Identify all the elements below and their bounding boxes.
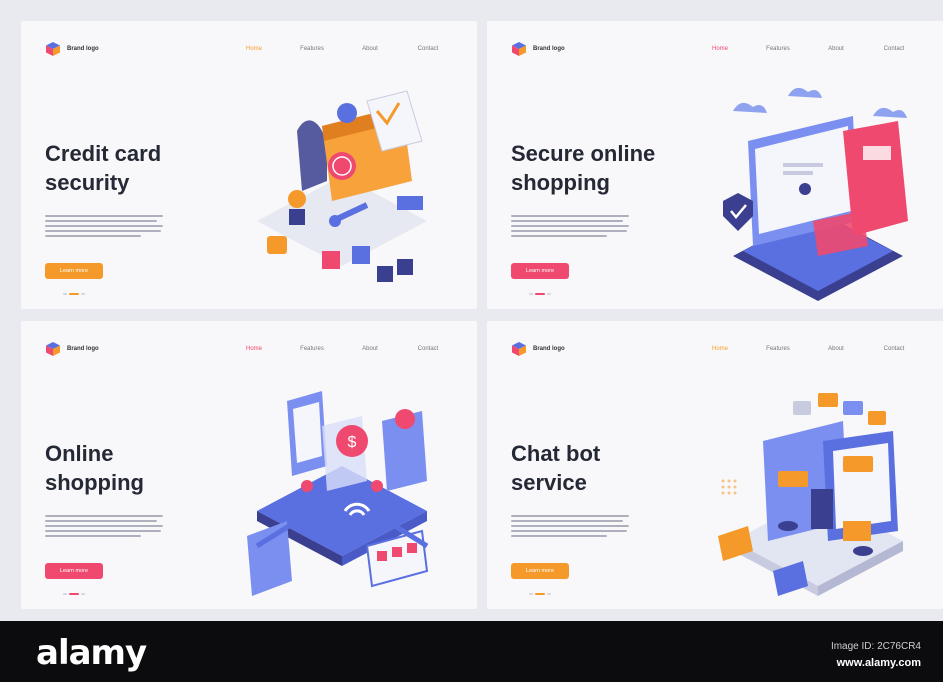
headline-line-2: service: [511, 470, 587, 495]
nav-contact[interactable]: Contact: [399, 46, 457, 52]
nav-features[interactable]: Features: [749, 346, 807, 352]
headline: Chat bot service: [511, 439, 701, 497]
nav-features[interactable]: Features: [749, 46, 807, 52]
nav-about[interactable]: About: [807, 346, 865, 352]
nav-contact[interactable]: Contact: [865, 46, 923, 52]
nav-home[interactable]: Home: [225, 346, 283, 352]
nav-about[interactable]: About: [341, 46, 399, 52]
online-shopping-illustration: $: [247, 391, 429, 596]
pagination-dots[interactable]: [63, 593, 85, 595]
headline-line-2: security: [45, 170, 130, 195]
brand-name: Brand logo: [533, 346, 565, 352]
stock-watermark-bar: alamy Image ID: 2C76CR4 www.alamy.com: [0, 621, 943, 682]
headline: Online shopping: [45, 439, 235, 497]
headline-line-2: shopping: [45, 470, 144, 495]
nav-menu: Home Features About Contact: [691, 46, 923, 52]
brand[interactable]: Brand logo: [45, 41, 99, 57]
brand-name: Brand logo: [67, 346, 99, 352]
secure-online-shopping-illustration: [723, 87, 908, 301]
navbar: Brand logo Home Features About Contact: [45, 339, 457, 359]
nav-contact[interactable]: Contact: [865, 346, 923, 352]
headline: Credit card security: [45, 139, 235, 197]
headline-line-2: shopping: [511, 170, 610, 195]
nav-features[interactable]: Features: [283, 46, 341, 52]
brand-name: Brand logo: [533, 46, 565, 52]
headline-line-1: Chat bot: [511, 441, 601, 466]
svg-text:$: $: [348, 434, 357, 451]
landing-card-chat-bot-service: Brand logo Home Features About Contact C…: [487, 321, 943, 609]
landing-card-online-shopping: Brand logo Home Features About Contact O…: [21, 321, 477, 609]
pagination-dots[interactable]: [529, 593, 551, 595]
image-stage: Brand logo Home Features About Contact C…: [0, 0, 943, 682]
headline-line-1: Credit card: [45, 141, 162, 166]
brand-name: Brand logo: [67, 46, 99, 52]
brand-cube-icon: [512, 342, 526, 356]
chat-bot-service-illustration: [718, 393, 903, 596]
body-text-placeholder: [511, 215, 629, 240]
learn-more-button[interactable]: Learn more: [45, 263, 103, 279]
nav-home[interactable]: Home: [225, 46, 283, 52]
headline-line-1: Secure online: [511, 141, 656, 166]
brand-cube-icon: [46, 342, 60, 356]
body-text-placeholder: [45, 215, 163, 240]
nav-home[interactable]: Home: [691, 346, 749, 352]
body-text-placeholder: [511, 515, 629, 540]
brand-cube-icon: [512, 42, 526, 56]
navbar: Brand logo Home Features About Contact: [511, 339, 923, 359]
brand[interactable]: Brand logo: [511, 41, 565, 57]
body-text-placeholder: [45, 515, 163, 540]
navbar: Brand logo Home Features About Contact: [45, 39, 457, 59]
image-id: Image ID: 2C76CR4: [830, 641, 921, 652]
headline-line-1: Online: [45, 441, 114, 466]
learn-more-button[interactable]: Learn more: [511, 563, 569, 579]
site-url[interactable]: www.alamy.com: [837, 657, 921, 669]
brand[interactable]: Brand logo: [511, 341, 565, 357]
pagination-dots[interactable]: [63, 293, 85, 295]
learn-more-button[interactable]: Learn more: [511, 263, 569, 279]
nav-menu: Home Features About Contact: [225, 46, 457, 52]
credit-card-security-illustration: [257, 90, 427, 282]
headline: Secure online shopping: [511, 139, 701, 197]
nav-about[interactable]: About: [341, 346, 399, 352]
nav-features[interactable]: Features: [283, 346, 341, 352]
navbar: Brand logo Home Features About Contact: [511, 39, 923, 59]
brand-cube-icon: [46, 42, 60, 56]
alamy-logo: alamy: [36, 633, 147, 673]
nav-menu: Home Features About Contact: [225, 346, 457, 352]
landing-card-credit-card-security: Brand logo Home Features About Contact C…: [21, 21, 477, 309]
landing-card-secure-online-shopping: Brand logo Home Features About Contact S…: [487, 21, 943, 309]
nav-contact[interactable]: Contact: [399, 346, 457, 352]
learn-more-button[interactable]: Learn more: [45, 563, 103, 579]
nav-home[interactable]: Home: [691, 46, 749, 52]
nav-menu: Home Features About Contact: [691, 346, 923, 352]
brand[interactable]: Brand logo: [45, 341, 99, 357]
pagination-dots[interactable]: [529, 293, 551, 295]
nav-about[interactable]: About: [807, 46, 865, 52]
